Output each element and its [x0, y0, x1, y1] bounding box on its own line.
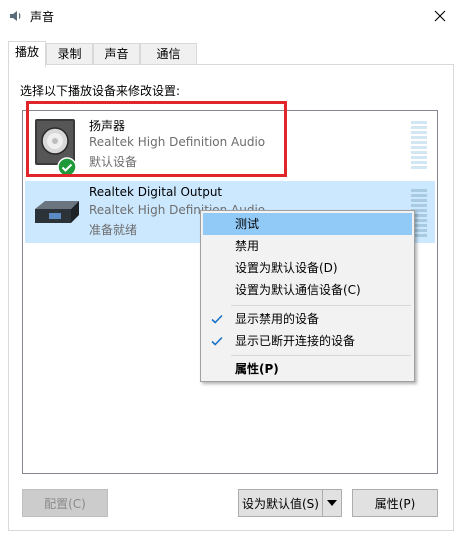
device-item-speaker[interactable]: 扬声器 Realtek High Definition Audio 默认设备 — [25, 113, 435, 177]
menu-item-label: 显示已断开连接的设备 — [235, 334, 356, 348]
menu-item-label: 显示禁用的设备 — [235, 312, 320, 326]
level-meter — [411, 121, 427, 169]
chevron-down-icon — [327, 500, 337, 506]
menu-item-set-default[interactable]: 设置为默认设备(D) — [203, 257, 412, 279]
checkmark-icon — [211, 336, 223, 346]
set-default-dropdown-button[interactable] — [322, 489, 342, 517]
menu-item-test[interactable]: 测试 — [203, 213, 412, 235]
device-status: 默认设备 — [89, 155, 138, 169]
set-default-button[interactable]: 设为默认值(S) — [238, 489, 323, 517]
device-status: 准备就绪 — [89, 223, 138, 237]
device-driver: Realtek High Definition Audio — [89, 135, 266, 149]
speaker-icon — [10, 11, 21, 21]
menu-separator — [231, 305, 411, 306]
digital-output-icon — [35, 201, 79, 223]
configure-button[interactable]: 配置(C) — [22, 489, 108, 517]
properties-button[interactable]: 属性(P) — [352, 489, 438, 517]
tab-playback[interactable]: 播放 — [8, 41, 46, 67]
menu-item-disable[interactable]: 禁用 — [203, 235, 412, 257]
tab-recording[interactable]: 录制 — [46, 43, 93, 65]
menu-item-show-disconnected[interactable]: 显示已断开连接的设备 — [203, 330, 412, 352]
checkmark-icon — [211, 314, 223, 324]
tab-sounds[interactable]: 声音 — [93, 43, 140, 65]
menu-item-properties[interactable]: 属性(P) — [203, 358, 412, 380]
title-bar: 声音 — [0, 0, 462, 32]
window-title: 声音 — [30, 10, 55, 24]
instruction-text: 选择以下播放设备来修改设置: — [20, 84, 181, 98]
close-icon — [434, 10, 446, 22]
menu-item-show-disabled[interactable]: 显示禁用的设备 — [203, 308, 412, 330]
context-menu: 测试 禁用 设置为默认设备(D) 设置为默认通信设备(C) 显示禁用的设备 显示… — [200, 210, 415, 382]
device-name: Realtek Digital Output — [89, 185, 223, 199]
menu-separator — [231, 355, 411, 356]
menu-item-set-default-comm[interactable]: 设置为默认通信设备(C) — [203, 279, 412, 301]
close-button[interactable] — [418, 0, 462, 32]
default-check-icon — [57, 157, 77, 177]
tab-communications[interactable]: 通信 — [140, 43, 197, 65]
device-name: 扬声器 — [89, 119, 126, 133]
